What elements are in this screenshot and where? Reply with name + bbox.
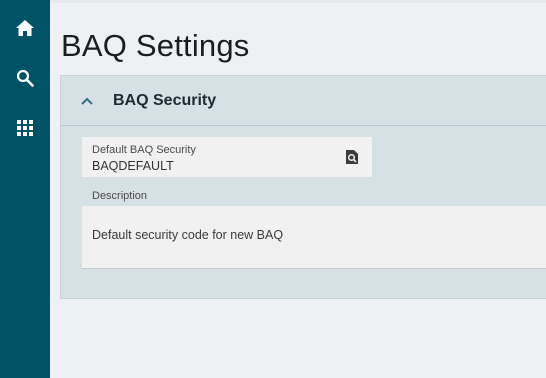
default-baq-security-field[interactable]: Default BAQ Security BAQDEFAULT xyxy=(82,137,372,177)
panel-title: BAQ Security xyxy=(113,92,217,109)
page-title: BAQ Settings xyxy=(61,28,250,63)
description-textarea[interactable]: Default security code for new BAQ xyxy=(82,206,546,269)
search-icon xyxy=(16,69,34,87)
description-value: Default security code for new BAQ xyxy=(92,228,284,242)
field-label: Default BAQ Security xyxy=(92,144,196,156)
description-label: Description xyxy=(92,190,148,202)
chevron-up-icon xyxy=(81,97,93,105)
baq-security-panel: BAQ Security Default BAQ Security BAQDEF… xyxy=(60,75,546,299)
apps-grid-icon xyxy=(17,120,33,136)
top-strip xyxy=(50,0,546,3)
field-value[interactable]: BAQDEFAULT xyxy=(92,159,174,173)
home-icon xyxy=(16,20,34,36)
panel-header-toggle[interactable]: BAQ Security xyxy=(61,76,546,126)
nav-search-button[interactable] xyxy=(0,58,50,98)
nav-home-button[interactable] xyxy=(0,8,50,48)
sidebar xyxy=(0,0,50,378)
lookup-search-icon[interactable] xyxy=(344,149,360,165)
nav-apps-button[interactable] xyxy=(0,108,50,148)
